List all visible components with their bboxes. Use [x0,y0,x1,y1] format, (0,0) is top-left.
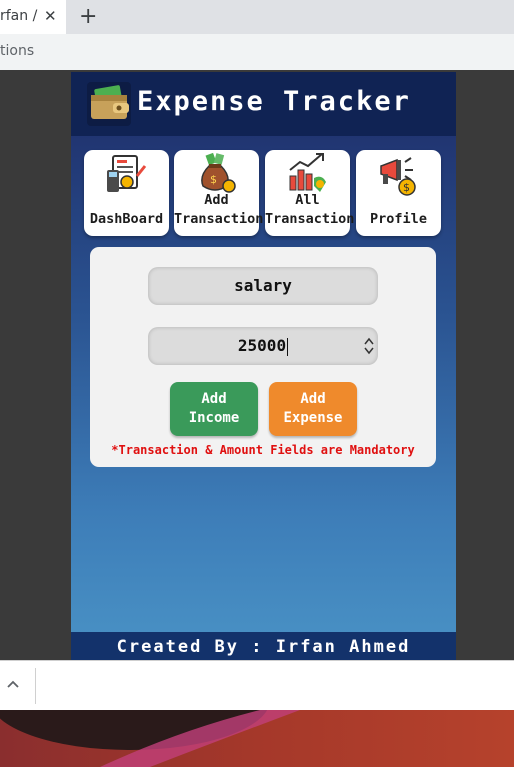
address-bar-url[interactable]: tions [0,43,34,59]
svg-text:$: $ [403,181,410,194]
app-footer: Created By : Irfan Ahmed [71,632,456,660]
app-header: Expense Tracker [71,72,456,136]
nav-profile-button[interactable]: $ Profile [356,150,441,236]
money-bag-icon: $ [201,152,236,193]
add-income-label-1: Add [201,391,227,407]
address-bar[interactable] [0,34,514,71]
nav-add-transaction-label-1: Add [204,192,229,208]
transaction-input[interactable]: salary [148,267,378,305]
nav-add-transaction-label-2: Transaction [174,211,264,227]
browser-tab-strip [0,0,514,34]
add-expense-label-1: Add [300,391,326,407]
download-bar [0,660,514,711]
nav-all-transaction-label-1: All [295,192,320,208]
add-expense-button[interactable]: Add Expense [269,382,357,436]
wallpaper-swoosh-image [0,710,300,767]
expense-tracker-app: Expense Tracker DashBoard $ Add Transact… [71,72,456,660]
desktop-wallpaper [0,710,514,767]
new-tab-button[interactable]: + [79,4,97,29]
browser-tab[interactable]: rfan / ✕ [0,0,66,34]
growth-chart-icon [289,153,326,192]
browser-tab-title: rfan / [0,8,38,24]
megaphone-dollar-icon: $ [380,157,416,196]
mandatory-fields-note: *Transaction & Amount Fields are Mandato… [111,443,415,457]
svg-text:$: $ [210,173,217,186]
add-income-button[interactable]: Add Income [170,382,258,436]
transaction-input-value[interactable]: salary [234,276,292,295]
amount-input[interactable]: 25000 [148,327,378,365]
download-bar-divider [35,668,36,704]
transaction-form-card: salary 25000 Add Income Add Expense *Tra… [90,247,436,467]
app-title: Expense Tracker [137,86,411,117]
number-spinner-icon[interactable] [364,337,374,355]
chevron-up-icon[interactable] [6,677,20,691]
nav-all-transaction-button[interactable]: All Transaction [265,150,355,236]
amount-input-value[interactable]: 25000 [238,336,286,355]
wallet-cash-icon [87,82,131,126]
add-expense-label-2: Expense [283,410,343,426]
text-caret [287,337,289,356]
dashboard-report-icon [107,155,147,192]
nav-all-transaction-label-2: Transaction [265,211,355,227]
nav-dashboard-label: DashBoard [89,211,164,227]
nav-profile-label: Profile [370,211,427,227]
nav-add-transaction-button[interactable]: $ Add Transaction [174,150,264,236]
nav-dashboard-button[interactable]: DashBoard [84,150,169,236]
add-income-label-2: Income [188,410,240,426]
tab-close-icon[interactable]: ✕ [44,7,57,25]
